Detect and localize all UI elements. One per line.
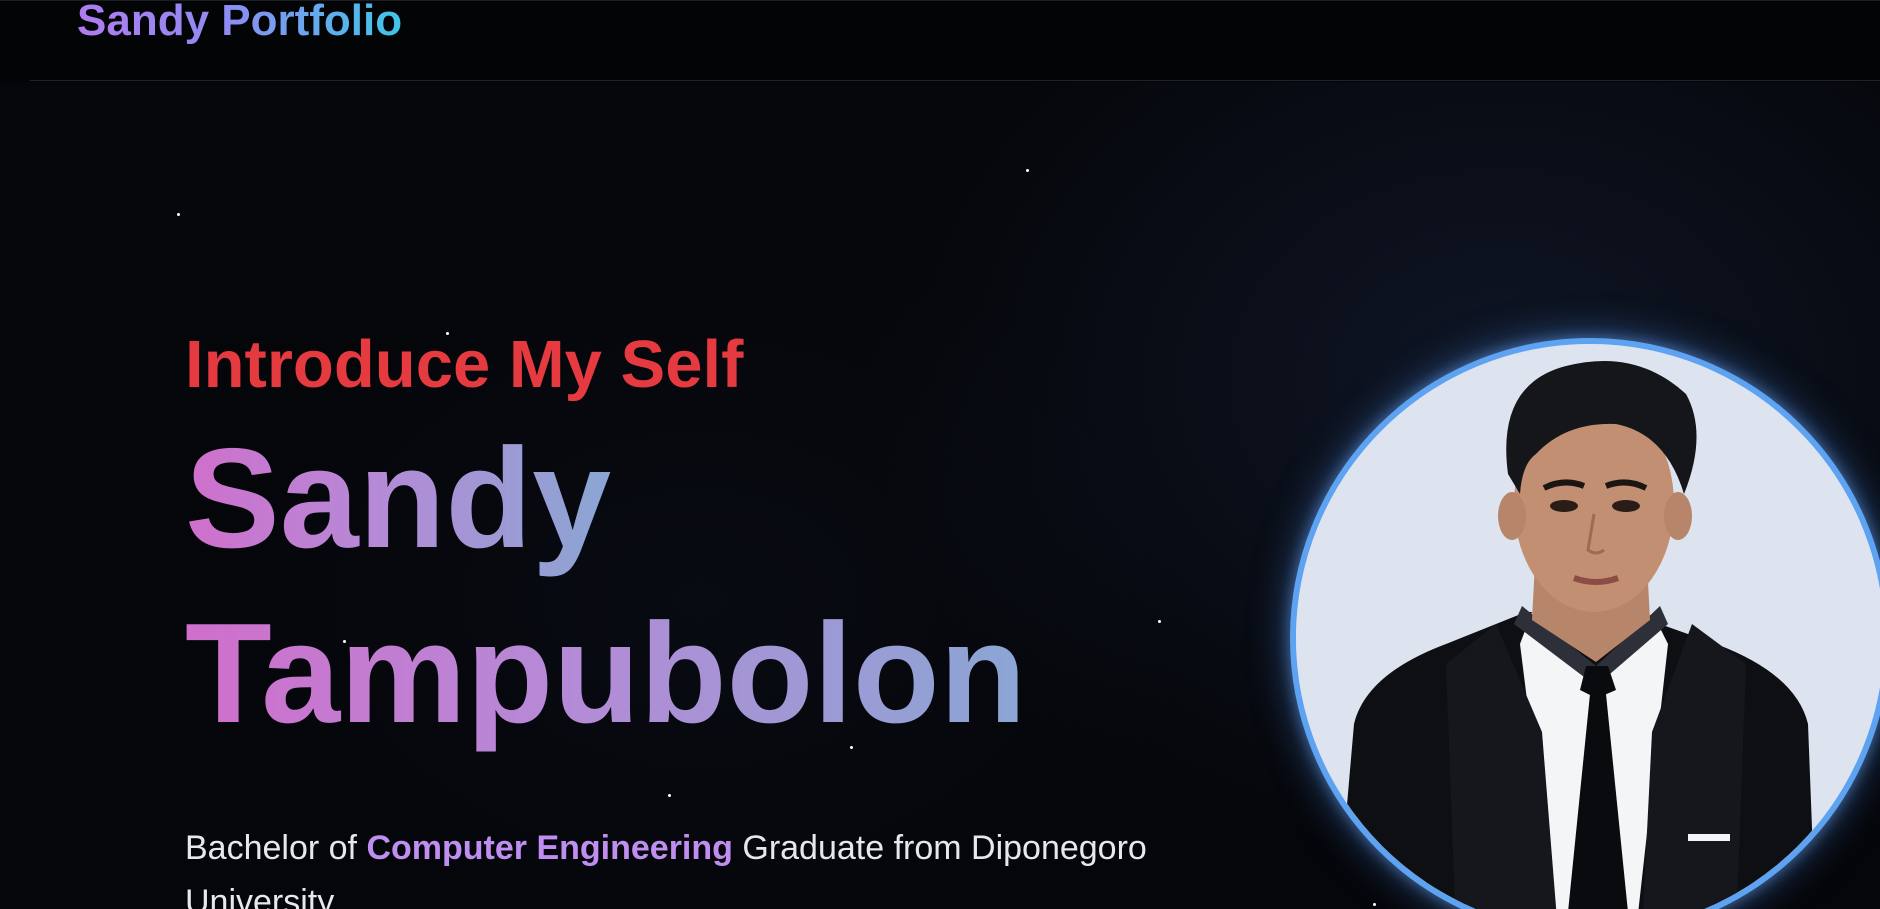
- name-heading: Sandy Tampubolon: [185, 411, 1255, 761]
- tagline: Bachelor of Computer Engineering Graduat…: [185, 821, 1255, 909]
- hero-section: Introduce My Self Sandy Tampubolon Bache…: [185, 325, 1255, 909]
- star-icon: [1373, 903, 1376, 906]
- star-icon: [1026, 169, 1029, 172]
- portrait-illustration-icon: [1296, 344, 1880, 909]
- navbar: Sandy Portfolio: [0, 0, 1880, 82]
- tagline-prefix: Bachelor of: [185, 829, 367, 867]
- star-icon: [177, 213, 180, 216]
- tagline-highlight: Computer Engineering: [366, 829, 733, 867]
- name-last: Tampubolon: [185, 586, 1026, 761]
- profile-photo: [1290, 338, 1880, 909]
- intro-heading: Introduce My Self: [185, 327, 744, 402]
- brand-logo[interactable]: Sandy Portfolio: [77, 0, 402, 47]
- name-first: Sandy: [185, 411, 611, 586]
- portfolio-page: Sandy Portfolio Introduce My Self Sandy …: [0, 0, 1880, 909]
- navbar-divider: [30, 80, 1880, 81]
